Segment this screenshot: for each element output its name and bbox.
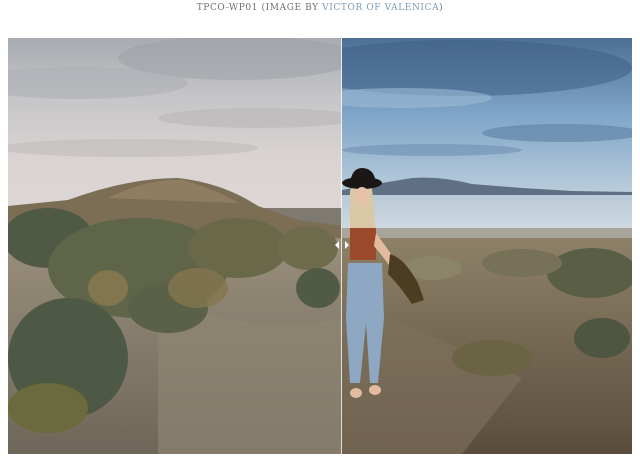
photographer-credit-link[interactable]: VICTOR OF VALENICA bbox=[322, 3, 439, 13]
before-image bbox=[8, 38, 342, 454]
image-caption: TPCO-WP01 (IMAGE BY VICTOR OF VALENICA) bbox=[0, 3, 640, 13]
left-right-arrows-icon bbox=[335, 241, 349, 249]
comparison-handle[interactable] bbox=[332, 237, 352, 251]
before-after-viewer[interactable] bbox=[8, 38, 632, 454]
caption-suffix: ) bbox=[439, 3, 444, 13]
after-image bbox=[342, 38, 632, 454]
page: TPCO-WP01 (IMAGE BY VICTOR OF VALENICA) bbox=[0, 0, 640, 461]
caption-prefix: TPCO-WP01 (IMAGE BY bbox=[196, 3, 323, 13]
